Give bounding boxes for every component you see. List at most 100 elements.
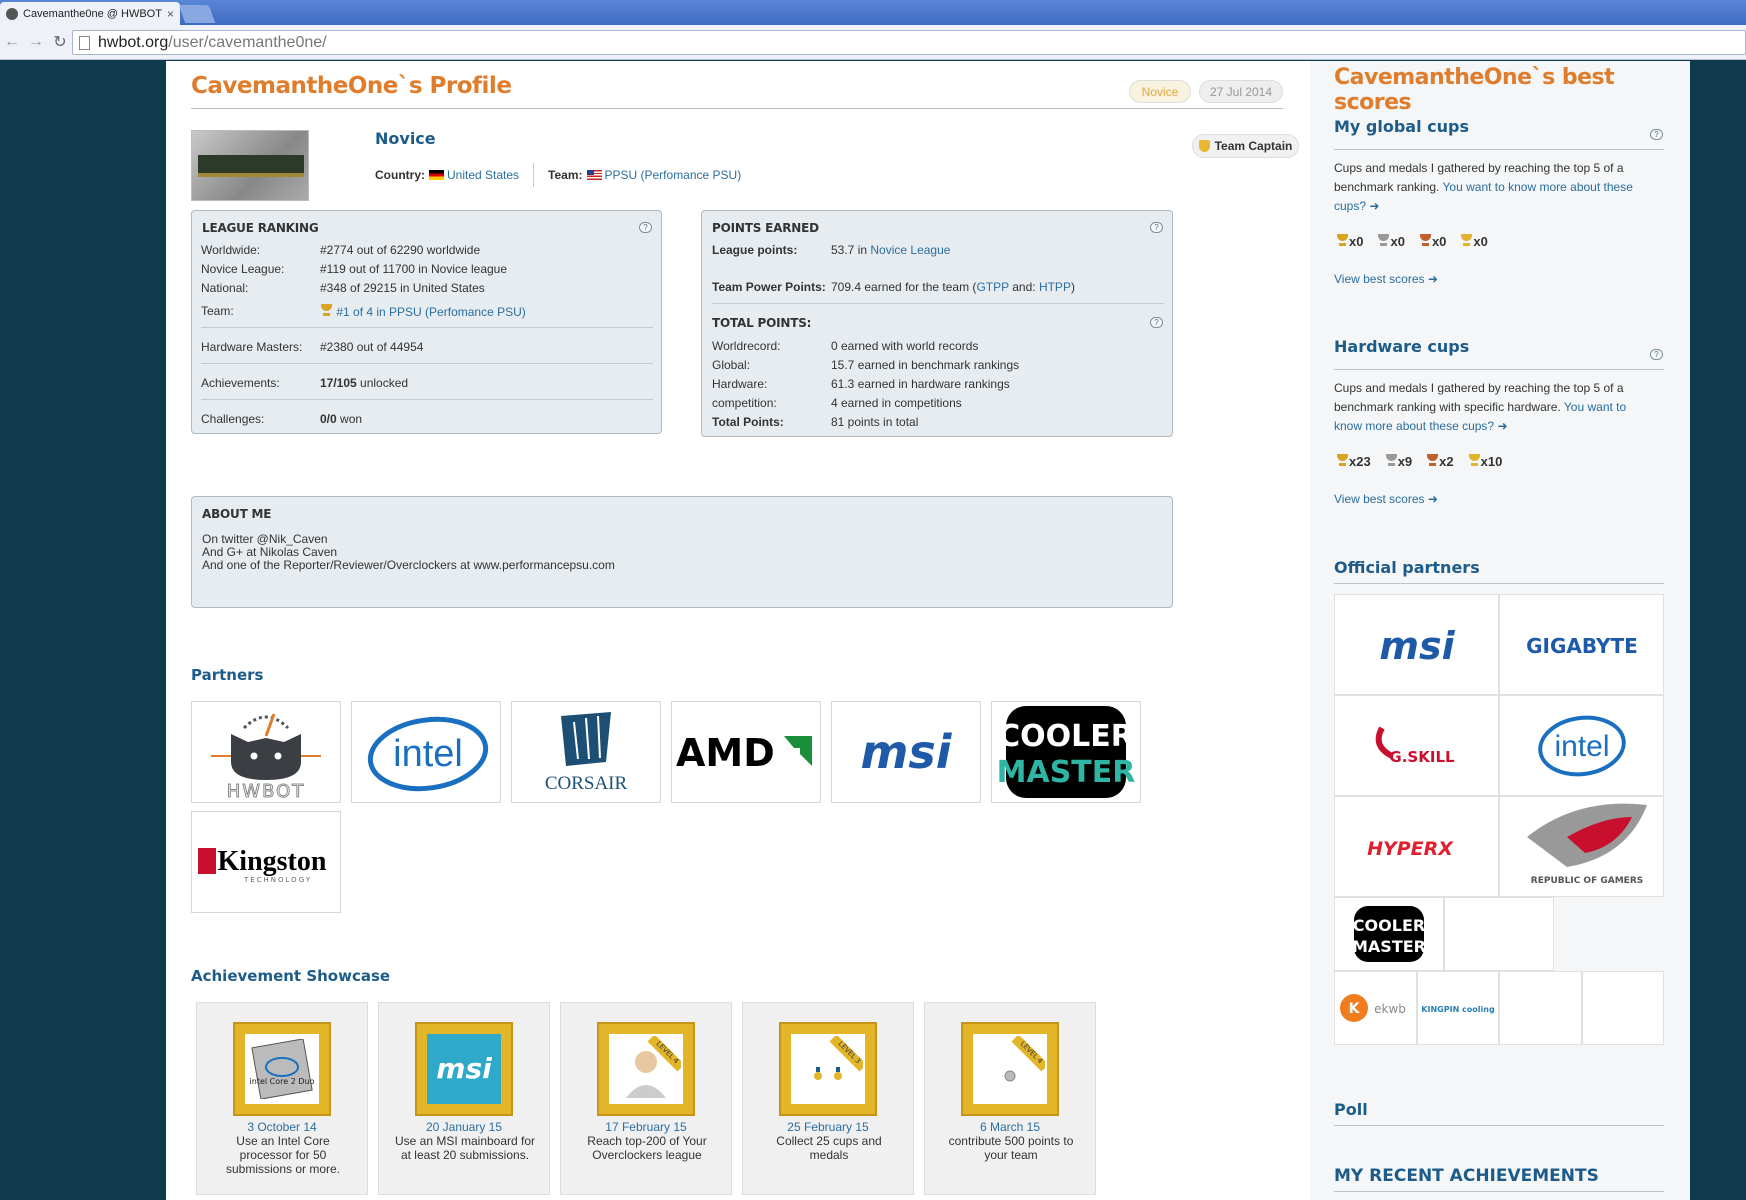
achievements-count: 17/105 bbox=[320, 376, 357, 390]
total-points-title: TOTAL POINTS: bbox=[712, 316, 812, 330]
amd-wordmark: AMD bbox=[676, 731, 775, 775]
points-value: 81 points in total bbox=[831, 415, 919, 429]
achievement-card[interactable]: msi 20 January 15 Use an MSI mainboard f… bbox=[378, 1002, 550, 1195]
league-key: Hardware Masters: bbox=[201, 340, 303, 354]
partner-logo-amd[interactable]: AMD bbox=[671, 701, 821, 803]
captain-label: Team Captain bbox=[1214, 139, 1293, 153]
corsair-wordmark: CORSAIR bbox=[545, 773, 628, 794]
league-value-link[interactable]: #1 of 4 in PPSU (Perfomance PSU) bbox=[336, 305, 525, 319]
points-value: 15.7 earned in benchmark rankings bbox=[831, 358, 1020, 372]
hwbot-favicon-icon bbox=[6, 7, 18, 20]
about-me-title: ABOUT ME bbox=[202, 507, 272, 521]
achievement-card[interactable]: LEVEL 3 25 February 15 Collect 25 cups a… bbox=[742, 1002, 914, 1195]
partner-kingpin[interactable]: KINGPIN cooling bbox=[1417, 971, 1499, 1045]
cup-count: x10 bbox=[1480, 454, 1503, 469]
help-icon[interactable]: ? bbox=[1650, 349, 1663, 360]
address-bar[interactable]: hwbot.org/user/cavemanthe0ne/ bbox=[72, 30, 1746, 55]
svg-text:MASTER: MASTER bbox=[1352, 937, 1426, 956]
partner-logo-intel[interactable]: intel bbox=[351, 701, 501, 803]
achievement-card[interactable]: intel Core 2 Duo 3 October 14 Use an Int… bbox=[196, 1002, 368, 1195]
tpp-close: ) bbox=[1070, 280, 1075, 294]
back-arrow-icon[interactable]: ← bbox=[0, 30, 24, 54]
reload-icon[interactable]: ↻ bbox=[48, 30, 72, 54]
msi-badge-icon: msi bbox=[427, 1034, 501, 1104]
gskill-wordmark: G.SKILL bbox=[1389, 748, 1455, 766]
new-tab-button[interactable] bbox=[178, 5, 216, 23]
kingpin-wordmark: KINGPIN cooling bbox=[1421, 1005, 1495, 1014]
avatar[interactable] bbox=[191, 130, 309, 201]
global-view-best-scores-link[interactable]: View best scores ➜ bbox=[1334, 272, 1438, 286]
partner-logo-corsair[interactable]: CORSAIR bbox=[511, 701, 661, 803]
partner-logo-coolermaster[interactable]: COOLER MASTER bbox=[991, 701, 1141, 803]
divider bbox=[1334, 1191, 1664, 1192]
partner-hyperx[interactable]: HYPERX bbox=[1334, 796, 1499, 897]
page-title: CavemantheOne`s Profile bbox=[191, 73, 512, 99]
bronze-cup-icon bbox=[1426, 454, 1439, 467]
league-key: Challenges: bbox=[201, 412, 265, 426]
league-key: Achievements: bbox=[201, 376, 280, 390]
hwbot-wordmark: HWBOT bbox=[227, 781, 306, 800]
points-value-text: 53.7 in bbox=[831, 243, 871, 257]
medal-icon bbox=[1460, 234, 1473, 247]
achievement-badge: LEVEL 4 bbox=[597, 1022, 695, 1116]
svg-text:COOLER: COOLER bbox=[998, 719, 1134, 754]
achievement-card[interactable]: LEVEL 4 17 February 15 Reach top-200 of … bbox=[560, 1002, 732, 1195]
points-value: 0 earned with world records bbox=[831, 339, 979, 353]
points-value: 53.7 in Novice League bbox=[831, 243, 950, 257]
badge-text: intel Core 2 Duo bbox=[250, 1077, 314, 1086]
bronze-cup-icon bbox=[1419, 234, 1432, 247]
league-value: 0/0 won bbox=[320, 412, 362, 426]
team-link[interactable]: PPSU (Perfomance PSU) bbox=[605, 168, 742, 182]
points-key: competition: bbox=[712, 396, 777, 410]
partner-logo-hwbot[interactable]: HWBOT bbox=[191, 701, 341, 803]
country-link[interactable]: United States bbox=[447, 168, 519, 182]
league-value-link[interactable]: #2774 out of 62290 worldwide bbox=[320, 243, 480, 257]
arrow-right-icon[interactable]: ➜ bbox=[1497, 419, 1507, 433]
achievement-badge: msi bbox=[415, 1022, 513, 1116]
arrow-right-icon[interactable]: ➜ bbox=[1369, 199, 1379, 213]
novice-league-link[interactable]: Novice League bbox=[870, 243, 950, 257]
league-value-link[interactable]: #2380 out of 44954 bbox=[320, 340, 423, 354]
main-content: CavemantheOne`s Profile Novice 27 Jul 20… bbox=[166, 61, 1310, 1200]
hardware-view-best-scores-link[interactable]: View best scores ➜ bbox=[1334, 492, 1438, 506]
intel-logo-icon: intel bbox=[1537, 715, 1626, 776]
partner-rog[interactable]: REPUBLIC OF GAMERS bbox=[1499, 796, 1664, 897]
partner-ekwb[interactable]: Kekwb bbox=[1334, 971, 1417, 1045]
points-key: League points: bbox=[712, 243, 798, 257]
divider bbox=[712, 303, 1164, 304]
help-icon[interactable]: ? bbox=[1650, 129, 1663, 140]
person-badge-icon: LEVEL 4 bbox=[609, 1034, 683, 1104]
global-cups-row: x0 x0 x0 x0 bbox=[1336, 234, 1488, 249]
help-icon[interactable]: ? bbox=[639, 222, 652, 233]
partner-logo-kingston[interactable]: Kingston TECHNOLOGY bbox=[191, 811, 341, 913]
league-value-link[interactable]: #348 of 29215 in United States bbox=[320, 281, 485, 295]
partner-msi[interactable]: msi bbox=[1334, 594, 1499, 695]
partner-gskill[interactable]: G.SKILL bbox=[1334, 695, 1499, 796]
tab-close-icon[interactable]: × bbox=[167, 7, 174, 21]
gskill-logo-icon: G.SKILL bbox=[1375, 726, 1455, 766]
points-key: Hardware: bbox=[712, 377, 768, 391]
gold-cup-icon bbox=[1336, 234, 1349, 247]
partner-logo-msi[interactable]: msi bbox=[831, 701, 981, 803]
partner-intel[interactable]: intel bbox=[1499, 695, 1664, 796]
divider bbox=[1334, 1125, 1664, 1126]
partner-coolermaster[interactable]: COOLER MASTER bbox=[1334, 897, 1444, 971]
league-key: Team: bbox=[201, 304, 234, 318]
gtpp-link[interactable]: GTPP bbox=[976, 280, 1008, 294]
browser-tab[interactable]: Cavemanthe0ne @ HWBOT × bbox=[0, 2, 180, 25]
forward-arrow-icon[interactable]: → bbox=[24, 30, 48, 54]
divider bbox=[1334, 369, 1664, 370]
htpp-link[interactable]: HTPP bbox=[1039, 280, 1071, 294]
partner-gigabyte[interactable]: GIGABYTE bbox=[1499, 594, 1664, 695]
intel-wordmark: intel bbox=[1554, 730, 1609, 763]
league-value-link[interactable]: #119 out of 11700 in Novice league bbox=[320, 262, 507, 276]
help-icon[interactable]: ? bbox=[1150, 222, 1163, 233]
coolermaster-logo-icon: COOLER MASTER bbox=[1352, 906, 1426, 962]
points-earned-title: POINTS EARNED bbox=[712, 221, 819, 235]
achievement-card[interactable]: LEVEL 4 6 March 15 contribute 500 points… bbox=[924, 1002, 1096, 1195]
hardware-cups-text: Cups and medals I gathered by reaching t… bbox=[1334, 379, 1654, 436]
help-icon[interactable]: ? bbox=[1150, 317, 1163, 328]
intel-core-badge-icon: intel Core 2 Duo bbox=[245, 1034, 319, 1104]
achievement-badge: LEVEL 3 bbox=[779, 1022, 877, 1116]
corsair-logo-icon: CORSAIR bbox=[545, 712, 628, 794]
